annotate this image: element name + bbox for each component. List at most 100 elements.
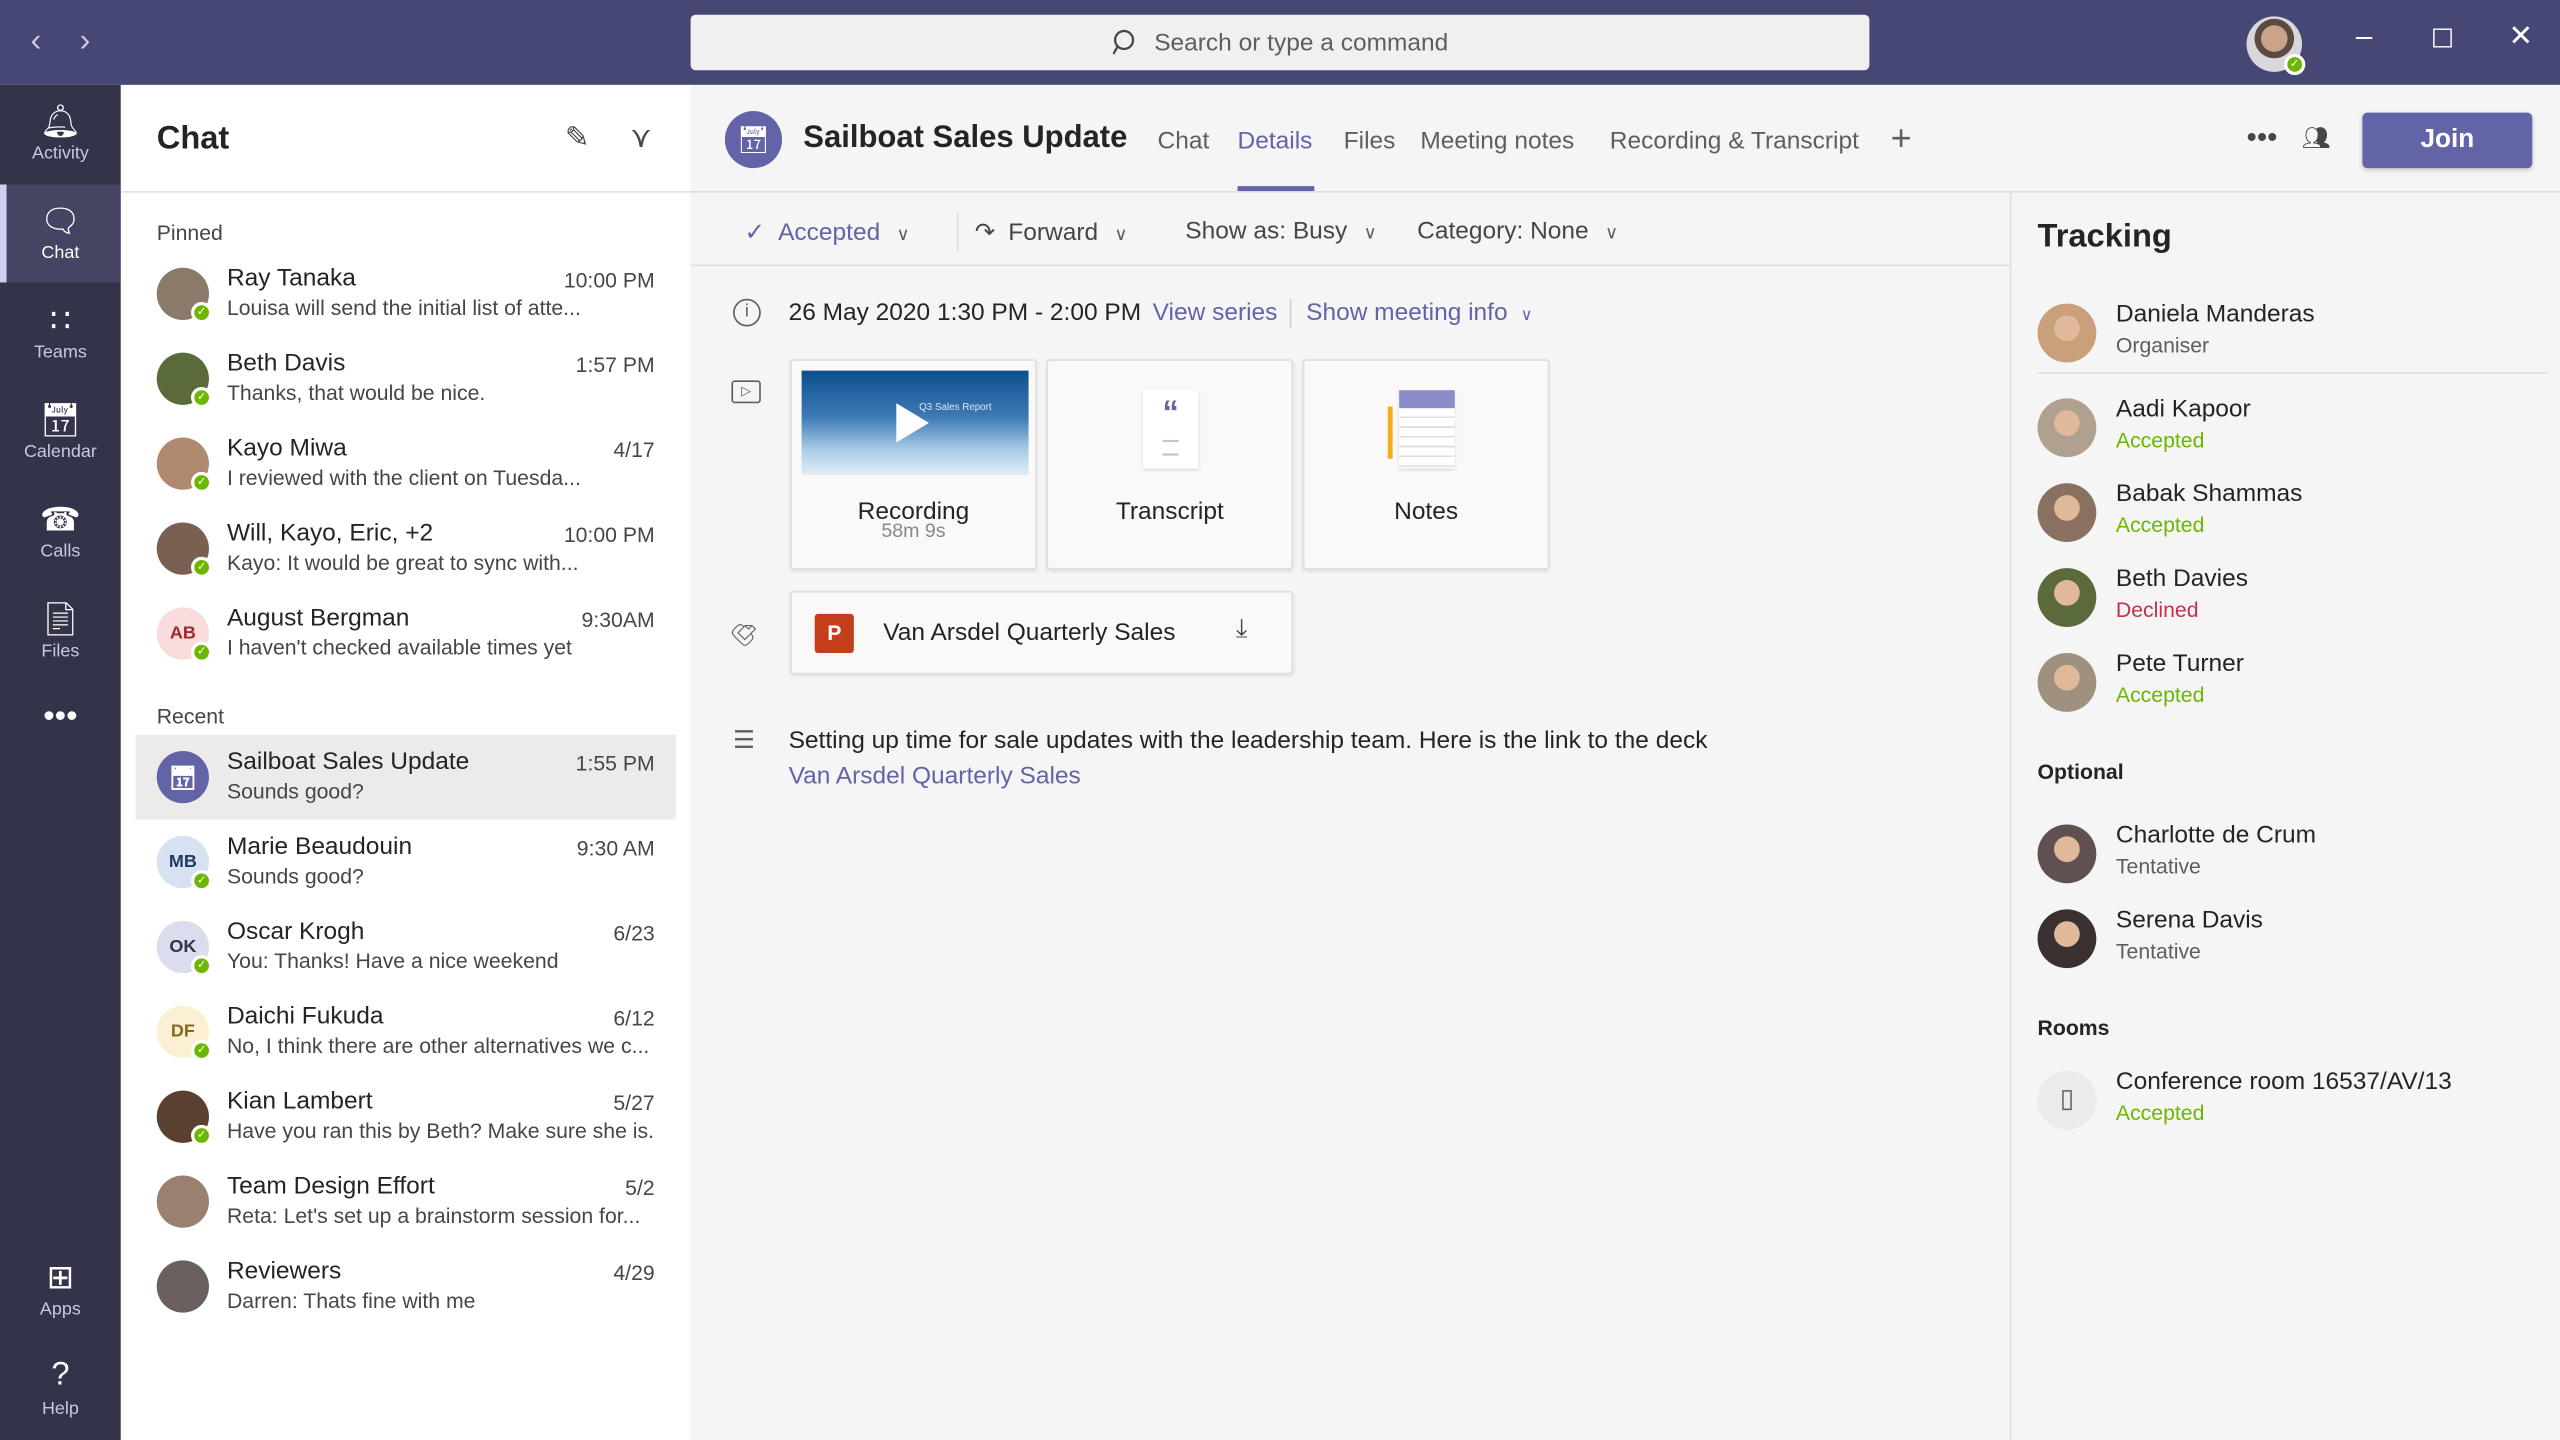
- attendee[interactable]: Babak Shammas Accepted: [2037, 480, 2528, 549]
- chat-list-item[interactable]: OK ✓ Oscar Krogh 6/23 You: Thanks! Have a ni…: [136, 904, 676, 989]
- chat-list-item[interactable]: AB ✓ August Bergman 9:30AM I haven't checked…: [136, 591, 676, 676]
- download-icon[interactable]: ⤓: [1236, 616, 1248, 645]
- chat-list-item[interactable]: DF ✓ Daichi Fukuda 6/12 No, I think there ar…: [136, 989, 676, 1074]
- attendee-status: Organiser: [2115, 333, 2210, 358]
- chat-time: 5/27: [613, 1090, 655, 1116]
- join-button[interactable]: Join: [2362, 112, 2533, 169]
- rail-item-help[interactable]: ? Help: [0, 1340, 121, 1438]
- play-icon[interactable]: [896, 403, 929, 443]
- filter-icon[interactable]: ⋎: [630, 121, 652, 155]
- rail-item-apps[interactable]: ⊞ Apps: [0, 1241, 121, 1339]
- avatar: [2037, 909, 2097, 969]
- show-meeting-info-button[interactable]: Show meeting info ∨: [1306, 299, 1533, 327]
- minimize-icon[interactable]: –: [2340, 20, 2389, 54]
- chevron-down-icon: ∨: [1520, 306, 1533, 325]
- chat-preview: I haven't checked available times yet: [226, 635, 572, 660]
- chat-preview: Sounds good?: [226, 863, 364, 889]
- compose-icon[interactable]: ✎: [565, 121, 590, 155]
- avatar-initials: MB: [168, 852, 197, 872]
- attendee[interactable]: Daniela Manderas Organiser: [2037, 300, 2528, 369]
- chat-time: 5/2: [625, 1175, 655, 1200]
- tab-chat[interactable]: Chat: [1158, 127, 1210, 155]
- rail-item-activity[interactable]: 🔔︎ Activity: [0, 85, 121, 183]
- close-icon[interactable]: ✕: [2496, 20, 2545, 54]
- presence-available-icon: ✓: [191, 386, 213, 409]
- rail-item-teams[interactable]: ∷ Teams: [0, 284, 121, 382]
- avatar: ✓: [156, 437, 213, 494]
- chat-name: Sailboat Sales Update: [226, 747, 470, 776]
- rail-item-label: Help: [41, 1399, 79, 1419]
- add-tab-icon[interactable]: +: [1891, 118, 1912, 160]
- attachment-name: Van Arsdel Quarterly Sales: [883, 618, 1176, 647]
- chevron-down-icon: ∨: [1604, 223, 1619, 244]
- room-item[interactable]: ▯ Conference room 16537/AV/13 Accepted: [2037, 1068, 2528, 1137]
- avatar: [2037, 653, 2097, 712]
- chat-list-item[interactable]: 📅︎ Sailboat Sales Update 1:55 PM Sounds goo…: [135, 734, 676, 820]
- forward-icon[interactable]: ›: [69, 23, 102, 61]
- info-icon: i: [733, 298, 761, 327]
- category-dropdown[interactable]: Category: None ∨: [1417, 217, 1618, 245]
- tab-meeting-notes[interactable]: Meeting notes: [1420, 127, 1574, 155]
- attendee[interactable]: Aadi Kapoor Accepted: [2037, 395, 2528, 464]
- chat-list-item[interactable]: ✓ Will, Kayo, Eric, +2 10:00 PM Kayo: It wo…: [136, 506, 676, 591]
- avatar-initials: OK: [169, 937, 197, 957]
- avatar: OK ✓: [156, 920, 213, 977]
- transcript-card[interactable]: “━━ ━━ Transcript: [1046, 359, 1294, 570]
- deck-link[interactable]: Van Arsdel Quarterly Sales: [789, 762, 1081, 790]
- show-as-dropdown[interactable]: Show as: Busy ∨: [1185, 217, 1376, 245]
- presence-available-icon: ✓: [191, 1039, 213, 1062]
- avatar-initials: DF: [170, 1022, 195, 1042]
- search-input[interactable]: Search or type a command: [690, 14, 1870, 71]
- chat-list-panel: Chat ✎ ⋎ Pinned Recent ✓ Ray Tanaka 10:00 …: [120, 84, 691, 1440]
- rail-item-calendar[interactable]: 📅︎ Calendar: [0, 384, 121, 482]
- chat-time: 9:30 AM: [576, 835, 655, 861]
- notes-card[interactable]: Notes: [1302, 359, 1550, 570]
- presence-available-icon: ✓: [191, 1124, 213, 1147]
- attendee-name: Beth Davies: [2115, 564, 2248, 593]
- maximize-icon[interactable]: ☐: [2418, 23, 2467, 56]
- tab-details[interactable]: Details: [1238, 127, 1313, 155]
- chat-list-item[interactable]: Reviewers 4/29 Darren: Thats fine with me: [136, 1244, 676, 1329]
- chat-preview: Darren: Thats fine with me: [226, 1288, 476, 1313]
- chat-list-item[interactable]: ✓ Kian Lambert 5/27 Have you ran this by Be…: [136, 1074, 676, 1159]
- chat-list-item[interactable]: ✓ Ray Tanaka 10:00 PM Louisa will send the …: [136, 251, 676, 336]
- presence-available-icon: ✓: [191, 556, 213, 578]
- chat-list-item[interactable]: MB ✓ Marie Beaudouin 9:30 AM Sounds good?: [136, 820, 676, 905]
- chat-time: 4/29: [613, 1260, 655, 1285]
- back-icon[interactable]: ‹: [20, 23, 53, 61]
- forward-dropdown[interactable]: ↷ Forward ∨: [975, 217, 1128, 247]
- calendar-icon: 📅︎: [724, 111, 783, 169]
- attendee-status: Accepted: [2115, 682, 2205, 707]
- tab-recording-transcript[interactable]: Recording & Transcript: [1610, 127, 1859, 155]
- attendee[interactable]: Beth Davies Declined: [2037, 564, 2528, 634]
- chat-name: Reviewers: [226, 1257, 342, 1285]
- avatar: ✓: [156, 1090, 213, 1147]
- rail-item-chat[interactable]: 🗨︎ Chat: [0, 184, 121, 283]
- tab-files[interactable]: Files: [1344, 127, 1396, 155]
- view-series-link[interactable]: View series: [1153, 299, 1278, 327]
- rsvp-dropdown[interactable]: ✓ Accepted ∨: [744, 217, 909, 247]
- show-meeting-info-label: Show meeting info: [1306, 298, 1508, 327]
- rail-item-files[interactable]: 📄︎ Files: [0, 583, 121, 681]
- recording-section-icon: ▷: [731, 380, 761, 404]
- rail-item-calls[interactable]: ☎︎ Calls: [0, 483, 121, 581]
- chat-preview: Have you ran this by Beth? Make sure she…: [226, 1118, 655, 1143]
- avatar[interactable]: ✓: [2246, 16, 2306, 76]
- add-people-icon[interactable]: 👥︎: [2302, 124, 2331, 152]
- attendee[interactable]: Pete Turner Accepted: [2037, 650, 2528, 719]
- recording-card[interactable]: Q3 Sales Report Recording 58m 9s: [790, 359, 1037, 570]
- chat-list-item[interactable]: ✓ Kayo Miwa 4/17 I reviewed with the client…: [136, 421, 676, 506]
- chat-list-item[interactable]: Team Design Effort 5/2 Reta: Let's set up …: [136, 1159, 676, 1244]
- chat-time: 4/17: [613, 437, 655, 463]
- rail-item-more[interactable]: •••: [0, 682, 121, 780]
- chat-name: August Bergman: [226, 604, 410, 632]
- rail-item-label: Calendar: [23, 442, 97, 463]
- attendee[interactable]: Charlotte de Crum Tentative: [2037, 821, 2528, 890]
- attendee[interactable]: Serena Davis Tentative: [2037, 906, 2528, 975]
- attachment-file[interactable]: P Van Arsdel Quarterly Sales ⤓: [790, 591, 1294, 675]
- chat-time: 1:57 PM: [575, 352, 655, 378]
- transcript-icon: “━━ ━━: [1142, 390, 1199, 469]
- more-options-icon[interactable]: •••: [2247, 121, 2278, 155]
- powerpoint-icon: P: [814, 613, 854, 654]
- chat-list-item[interactable]: ✓ Beth Davis 1:57 PM Thanks, that would be …: [136, 336, 676, 421]
